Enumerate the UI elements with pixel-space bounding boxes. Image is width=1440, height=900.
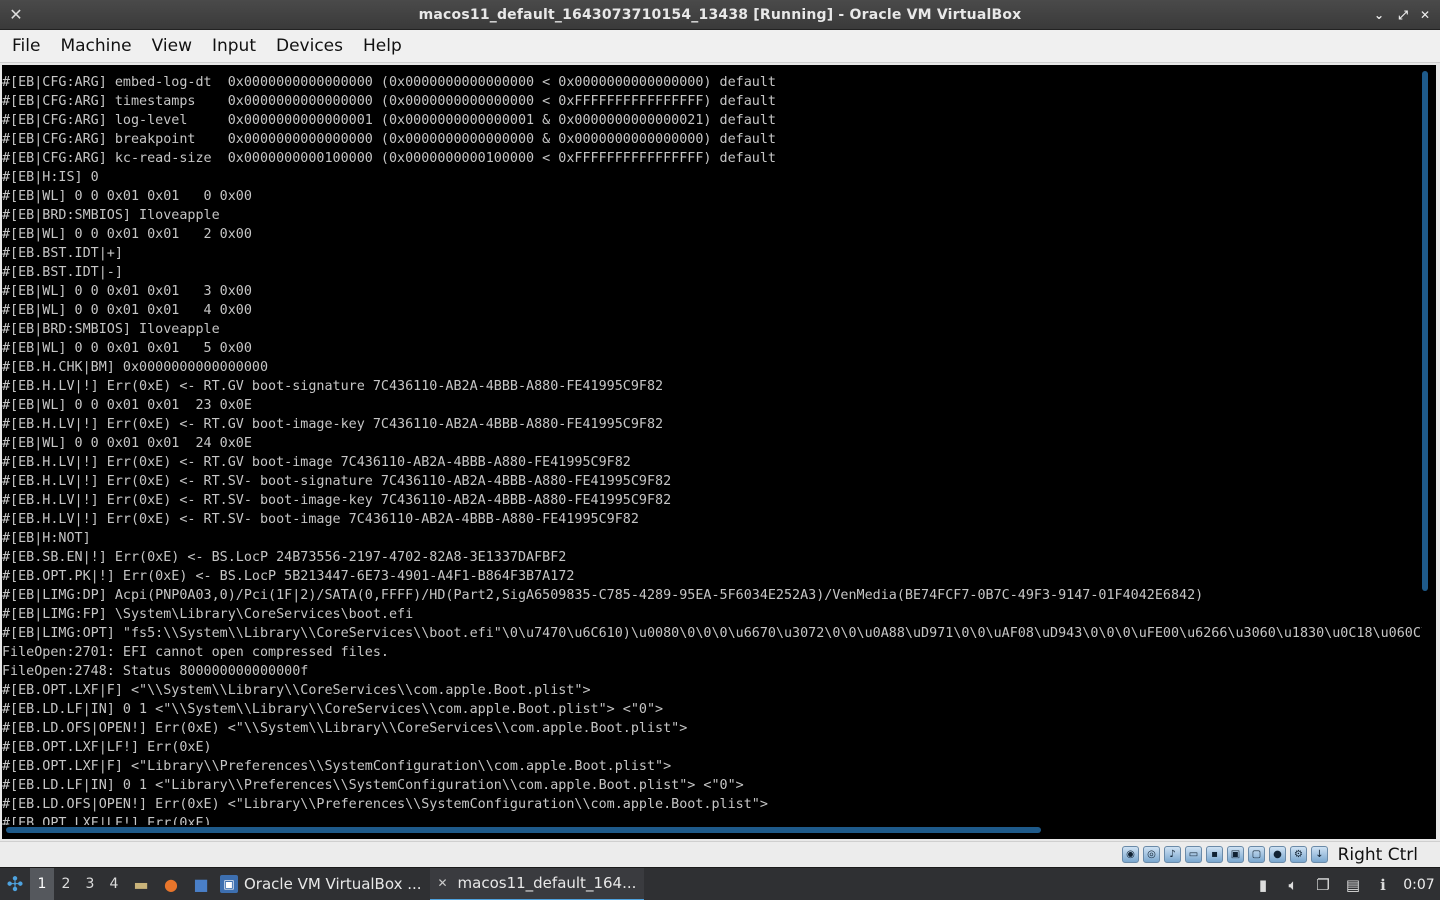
window-titlebar: ✕ macos11_default_1643073710154_13438 [R… xyxy=(0,0,1440,30)
volume-icon[interactable]: 🔈︎ xyxy=(1278,868,1308,900)
console-line: #[EB.LD.OFS|OPEN!] Err(0xE) <"\\System\\… xyxy=(2,721,688,736)
console-line: #[EB|WL] 0 0 0x01 0x01 24 0x0E xyxy=(2,436,252,451)
window-title: macos11_default_1643073710154_13438 [Run… xyxy=(418,6,1022,23)
usb-icon[interactable]: ▪ xyxy=(1206,846,1223,863)
menu-input[interactable]: Input xyxy=(202,30,266,63)
console-line: #[EB.BST.IDT|-] xyxy=(2,265,123,280)
console-line: #[EB|BRD:SMBIOS] Iloveapple xyxy=(2,322,220,337)
task-label: Oracle VM VirtualBox ... xyxy=(244,874,422,893)
clock: 0:07 xyxy=(1403,876,1435,893)
console-line: #[EB|WL] 0 0 0x01 0x01 5 0x00 xyxy=(2,341,252,356)
battery-icon[interactable]: ▮ xyxy=(1248,868,1278,900)
restore-button[interactable]: ⤢ xyxy=(1394,5,1412,25)
console-line: #[EB|CFG:ARG] timestamps 0x0000000000000… xyxy=(2,94,776,109)
console-line: FileOpen:2701: EFI cannot open compresse… xyxy=(2,645,389,660)
console-line: #[EB|BRD:SMBIOS] Iloveapple xyxy=(2,208,220,223)
network-tray-icon[interactable]: ▤ xyxy=(1338,868,1368,900)
console-line: #[EB|LIMG:OPT] "fs5:\\System\\Library\\C… xyxy=(2,626,1422,641)
console-line: #[EB.H.LV|!] Err(0xE) <- RT.GV boot-sign… xyxy=(2,379,664,394)
cpu-icon[interactable]: ⚙ xyxy=(1290,846,1307,863)
console-line: #[EB.H.LV|!] Err(0xE) <- RT.GV boot-imag… xyxy=(2,417,664,432)
shared-folder-icon[interactable]: ▣ xyxy=(1227,846,1244,863)
desktop-taskbar: ✣ 1 2 3 4 ▬ ● ■ ▣ Oracle VM VirtualBox .… xyxy=(0,867,1440,900)
status-indicators: ◉ ◎ ♪ ▭ ▪ ▣ ▢ ● ⚙ ↓ xyxy=(1122,846,1328,864)
console-line: #[EB.H.LV|!] Err(0xE) <- RT.SV- boot-ima… xyxy=(2,493,672,508)
vm-display-frame: #[EB|CFG:ARG] embed-log-dt 0x00000000000… xyxy=(0,63,1440,841)
menu-bar: File Machine View Input Devices Help xyxy=(0,30,1440,63)
console-line: #[EB|H:IS] 0 xyxy=(2,170,99,185)
menu-file[interactable]: File xyxy=(2,30,50,63)
console-line: #[EB.SB.EN|!] Err(0xE) <- BS.LocP 24B735… xyxy=(2,550,567,565)
hard-disk-icon[interactable]: ◉ xyxy=(1122,846,1139,863)
console-line: #[EB.OPT.LXF|LF!] Err(0xE) xyxy=(2,740,212,755)
boot-console-output: #[EB|CFG:ARG] embed-log-dt 0x00000000000… xyxy=(2,73,1422,825)
vertical-scrollbar[interactable] xyxy=(1422,71,1428,591)
console-line: #[EB.LD.LF|IN] 0 1 <"\\System\\Library\\… xyxy=(2,702,664,717)
vm-status-bar: ◉ ◎ ♪ ▭ ▪ ▣ ▢ ● ⚙ ↓ Right Ctrl xyxy=(0,841,1440,867)
mouse-integration-icon[interactable]: ↓ xyxy=(1311,846,1328,863)
console-line: #[EB|CFG:ARG] embed-log-dt 0x00000000000… xyxy=(2,75,776,90)
close-button[interactable]: ✕ xyxy=(1416,5,1434,25)
minimize-button[interactable]: ⌄ xyxy=(1370,5,1388,25)
console-line: #[EB|CFG:ARG] log-level 0x00000000000000… xyxy=(2,113,776,128)
console-line: #[EB|WL] 0 0 0x01 0x01 3 0x00 xyxy=(2,284,252,299)
workspace-3[interactable]: 3 xyxy=(78,868,102,900)
host-key-label[interactable]: Right Ctrl xyxy=(1338,842,1418,868)
workspace-1[interactable]: 1 xyxy=(30,867,54,900)
display-icon[interactable]: ▢ xyxy=(1248,846,1265,863)
console-line: #[EB.LD.OFS|OPEN!] Err(0xE) <"Library\\P… xyxy=(2,797,768,812)
console-line: #[EB.H.LV|!] Err(0xE) <- RT.SV- boot-sig… xyxy=(2,474,672,489)
console-line: FileOpen:2748: Status 800000000000000f xyxy=(2,664,309,679)
clipboard-icon[interactable]: ❐ xyxy=(1308,868,1338,900)
console-line: #[EB|WL] 0 0 0x01 0x01 4 0x00 xyxy=(2,303,252,318)
console-line: #[EB|LIMG:FP] \System\Library\CoreServic… xyxy=(2,607,414,622)
workspace-4[interactable]: 4 xyxy=(102,868,126,900)
horizontal-scrollbar[interactable] xyxy=(6,827,1041,833)
console-line: #[EB.OPT.LXF|F] <"Library\\Preferences\\… xyxy=(2,759,672,774)
optical-drive-icon[interactable]: ◎ xyxy=(1143,846,1160,863)
task-virtualbox-vm[interactable]: ✕ macos11_default_164... xyxy=(429,867,645,900)
menu-help[interactable]: Help xyxy=(353,30,412,63)
virtualbox-manager-icon: ▣ xyxy=(220,875,238,893)
firefox-icon[interactable]: ● xyxy=(156,868,186,900)
console-line: #[EB|LIMG:DP] Acpi(PNP0A03,0)/Pci(1F|2)/… xyxy=(2,588,1204,603)
task-label: macos11_default_164... xyxy=(457,873,637,892)
vm-screen[interactable]: #[EB|CFG:ARG] embed-log-dt 0x00000000000… xyxy=(2,65,1436,839)
console-line: #[EB.H.LV|!] Err(0xE) <- RT.SV- boot-ima… xyxy=(2,512,639,527)
menu-devices[interactable]: Devices xyxy=(266,30,353,63)
menu-view[interactable]: View xyxy=(142,30,202,63)
console-line: #[EB|CFG:ARG] breakpoint 0x0000000000000… xyxy=(2,132,776,147)
virtualbox-vm-icon: ✕ xyxy=(437,876,448,890)
recording-icon[interactable]: ● xyxy=(1269,846,1286,863)
workspace-2[interactable]: 2 xyxy=(54,868,78,900)
system-tray: ▮ 🔈︎ ❐ ▤ ℹ 0:07 xyxy=(1248,868,1440,900)
console-line: #[EB|CFG:ARG] kc-read-size 0x00000000001… xyxy=(2,151,776,166)
console-line: #[EB.OPT.LXF|LF!] Err(0xE) xyxy=(2,816,212,825)
console-line: #[EB.H.CHK|BM] 0x0000000000000000 xyxy=(2,360,269,375)
console-line: #[EB.OPT.PK|!] Err(0xE) <- BS.LocP 5B213… xyxy=(2,569,575,584)
audio-icon[interactable]: ♪ xyxy=(1164,846,1181,863)
start-menu-icon[interactable]: ✣ xyxy=(0,868,30,900)
virtualbox-app-icon[interactable]: ✕ xyxy=(6,5,26,25)
console-line: #[EB|WL] 0 0 0x01 0x01 2 0x00 xyxy=(2,227,252,242)
menu-machine[interactable]: Machine xyxy=(50,30,141,63)
console-line: #[EB.H.LV|!] Err(0xE) <- RT.GV boot-imag… xyxy=(2,455,631,470)
task-virtualbox-manager[interactable]: ▣ Oracle VM VirtualBox ... xyxy=(216,868,430,900)
console-line: #[EB.OPT.LXF|F] <"\\System\\Library\\Cor… xyxy=(2,683,591,698)
console-line: #[EB|WL] 0 0 0x01 0x01 0 0x00 xyxy=(2,189,252,204)
notification-icon[interactable]: ℹ xyxy=(1368,868,1398,900)
console-line: #[EB.BST.IDT|+] xyxy=(2,246,123,261)
console-line: #[EB|WL] 0 0 0x01 0x01 23 0x0E xyxy=(2,398,252,413)
console-line: #[EB.LD.LF|IN] 0 1 <"Library\\Preference… xyxy=(2,778,744,793)
console-line: #[EB|H:NOT] xyxy=(2,531,91,546)
file-manager-icon[interactable]: ▬ xyxy=(126,868,156,900)
desktop-icon[interactable]: ■ xyxy=(186,868,216,900)
network-icon[interactable]: ▭ xyxy=(1185,846,1202,863)
